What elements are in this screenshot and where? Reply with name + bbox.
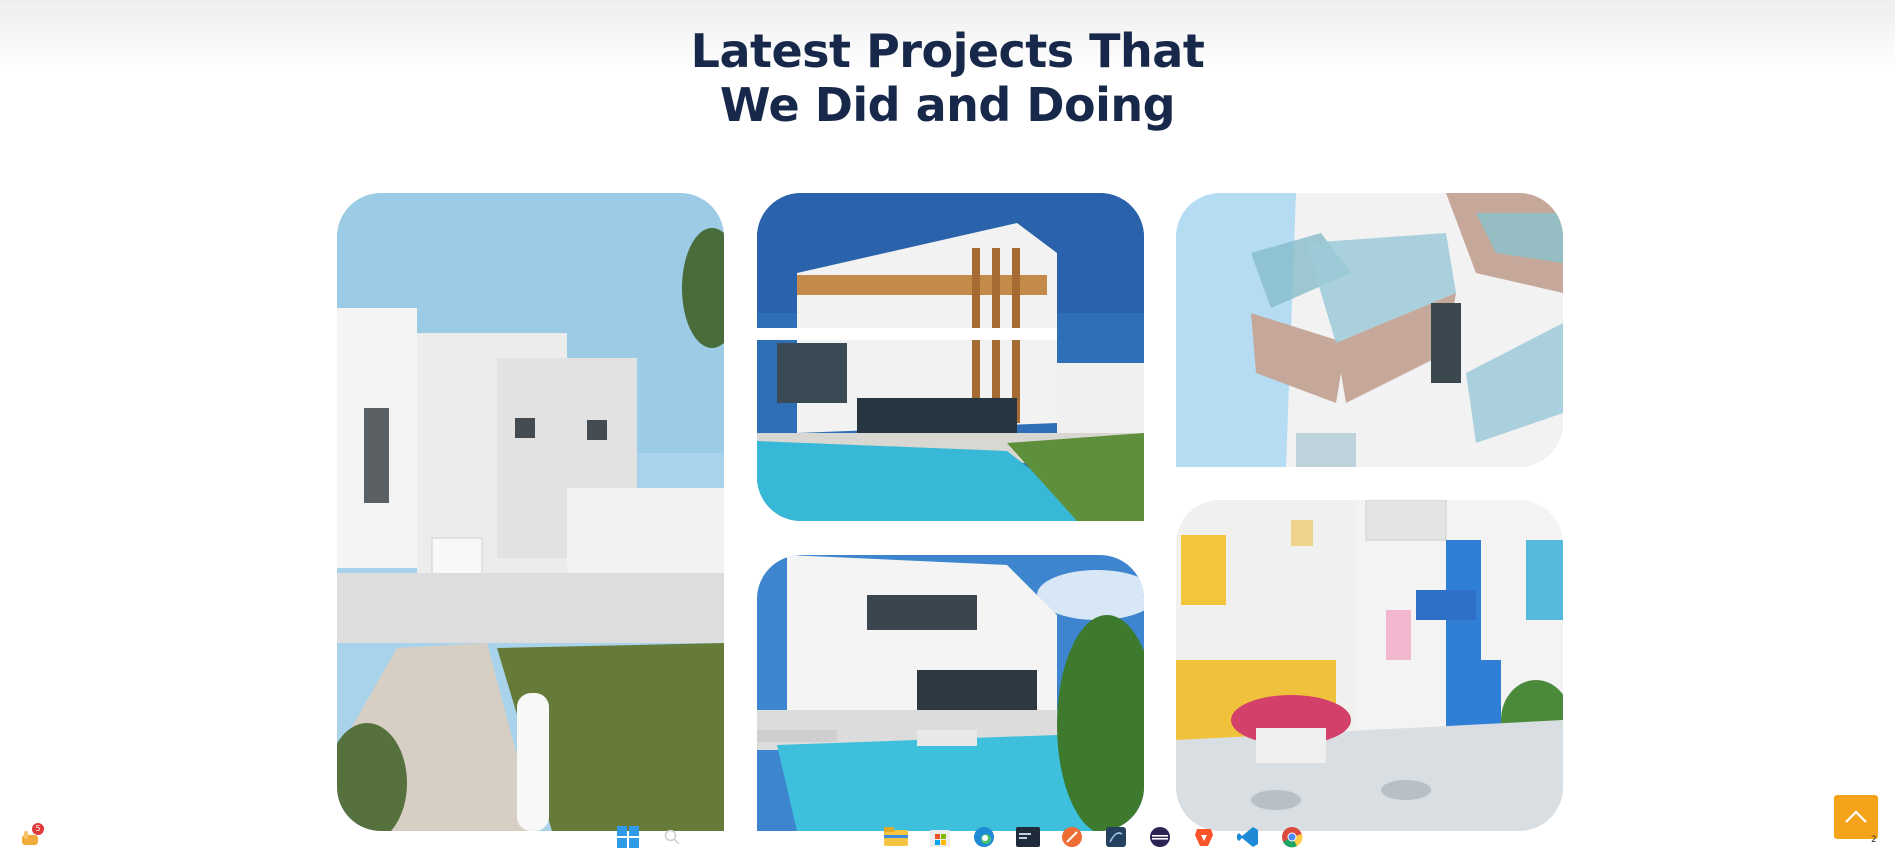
tray-count: 2	[1871, 835, 1877, 845]
edge-browser-icon[interactable]	[972, 825, 996, 849]
project-image	[757, 555, 1144, 831]
section-title-line-2: We Did and Doing	[719, 78, 1176, 132]
tray-app-icon[interactable]: 5	[18, 823, 44, 851]
file-explorer-icon[interactable]	[884, 825, 908, 849]
microsoft-store-icon[interactable]	[928, 825, 952, 849]
mysql-workbench-icon[interactable]	[1104, 825, 1128, 849]
section-title-line-1: Latest Projects That	[690, 24, 1205, 78]
project-card-glass-balconies[interactable]	[1176, 193, 1563, 467]
project-card-white-villa[interactable]	[337, 193, 724, 831]
project-card-modern-villa[interactable]	[757, 193, 1144, 521]
terminal-icon[interactable]	[1016, 825, 1040, 849]
vscode-icon[interactable]	[1236, 825, 1260, 849]
windows-start-icon[interactable]	[616, 825, 640, 849]
taskbar: 5 2	[0, 822, 1895, 853]
project-image	[757, 193, 1144, 521]
brave-browser-icon[interactable]	[1192, 825, 1216, 849]
project-card-colorful-courtyard[interactable]	[1176, 500, 1563, 831]
project-image	[1176, 500, 1563, 831]
project-image	[337, 193, 724, 831]
chrome-browser-icon[interactable]	[1280, 825, 1304, 849]
notification-badge: 5	[32, 823, 44, 835]
project-image	[1176, 193, 1563, 467]
search-icon[interactable]	[660, 825, 684, 849]
project-card-white-house-pool[interactable]	[757, 555, 1144, 831]
postman-icon[interactable]	[1060, 825, 1084, 849]
section-title: Latest Projects That We Did and Doing	[0, 24, 1895, 132]
eclipse-icon[interactable]	[1148, 825, 1172, 849]
